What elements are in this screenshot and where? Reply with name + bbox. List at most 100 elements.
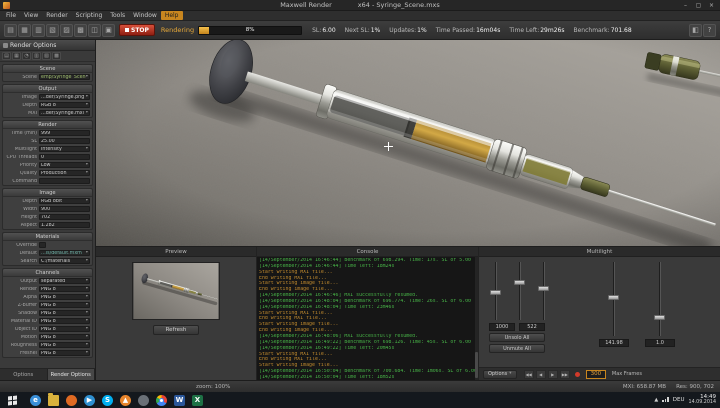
media-player-icon[interactable]: ▶ xyxy=(84,395,95,406)
slider-handle[interactable] xyxy=(490,290,501,295)
pan-icon[interactable]: ▣ xyxy=(102,24,115,37)
firefox-icon[interactable] xyxy=(66,395,77,406)
option-field[interactable]: Low▾ xyxy=(39,162,90,168)
console-body[interactable]: [14/September/2014 16:46:44] Benchmark o… xyxy=(257,257,478,380)
option-field[interactable]: RGB 8bit▾ xyxy=(39,198,90,204)
transport-1[interactable]: ◀ xyxy=(536,370,546,379)
multilight-value-1[interactable]: 522 xyxy=(519,323,545,331)
tab-render-options[interactable]: Render Options xyxy=(48,369,96,380)
start-button[interactable] xyxy=(0,392,24,408)
open-icon[interactable]: ▦ xyxy=(18,24,31,37)
menu-help[interactable]: Help xyxy=(161,11,183,20)
console-scrollbar[interactable] xyxy=(475,257,478,380)
slider-handle[interactable] xyxy=(514,280,525,285)
maximize-button[interactable]: ▢ xyxy=(692,1,705,10)
section-header[interactable]: Output xyxy=(3,85,92,93)
render-viewport[interactable] xyxy=(96,40,720,246)
multilight-slider-emitter-3[interactable] xyxy=(537,262,551,320)
internet-explorer-icon[interactable]: e xyxy=(30,395,41,406)
chrome-icon[interactable] xyxy=(156,395,167,406)
lock-icon[interactable]: ▧ xyxy=(42,52,51,60)
network-icon[interactable] xyxy=(662,397,669,402)
transport-2[interactable]: ▶ xyxy=(548,370,558,379)
option-field[interactable]: 25.00▾ xyxy=(39,138,90,144)
transport-0[interactable]: ◀◀ xyxy=(524,370,534,379)
preview-thumbnail[interactable] xyxy=(132,262,220,320)
export-icon[interactable]: ▧ xyxy=(46,24,59,37)
multilight-slider-emitter-1[interactable] xyxy=(489,262,503,320)
stop-button[interactable]: STOP xyxy=(119,24,155,36)
close-button[interactable]: × xyxy=(705,1,718,10)
option-field[interactable]: PNG 8▾ xyxy=(39,318,90,324)
option-field[interactable]: …der/Syringe.mxi▾ xyxy=(39,110,90,116)
option-field[interactable]: 1.282▾ xyxy=(39,222,90,228)
settings-icon[interactable]: ▩ xyxy=(52,52,61,60)
slider-handle[interactable] xyxy=(538,286,549,291)
taskbar-clock[interactable]: 14:49 14.09.2014 xyxy=(689,395,716,406)
menu-scripting[interactable]: Scripting xyxy=(72,11,107,20)
option-field[interactable]: 702▾ xyxy=(39,214,90,220)
unsolo-all-button[interactable]: Unsolo All xyxy=(489,333,545,342)
tray-expand-icon[interactable]: ▲ xyxy=(654,397,658,403)
section-header[interactable]: Render xyxy=(3,121,92,129)
tab-options[interactable]: Options xyxy=(0,369,48,380)
word-icon[interactable]: W xyxy=(174,395,185,406)
option-field[interactable]: PNG 8▾ xyxy=(39,350,90,356)
option-field[interactable]: …der/Syringe.png▾ xyxy=(39,94,90,100)
option-field[interactable]: 0▾ xyxy=(39,154,90,160)
record-icon[interactable] xyxy=(575,372,580,377)
frames-input[interactable]: 300 xyxy=(586,370,606,379)
option-field[interactable]: PNG 8▾ xyxy=(39,334,90,340)
resume-icon[interactable]: ▨ xyxy=(60,24,73,37)
refresh-button[interactable]: Refresh xyxy=(153,325,199,335)
multilight-panel-title[interactable]: Multilight xyxy=(479,247,720,257)
excel-icon[interactable]: X xyxy=(192,395,203,406)
vlc-icon[interactable]: ▲ xyxy=(120,395,131,406)
section-header[interactable]: Channels xyxy=(3,269,92,277)
multilight-slider-gain[interactable] xyxy=(653,262,667,336)
file-explorer-icon[interactable] xyxy=(48,395,59,406)
titlebar[interactable]: Maxwell Render x64 - Syringe_Scene.mxs –… xyxy=(0,0,720,11)
option-field[interactable]: C:/materials▾ xyxy=(39,258,90,264)
section-header[interactable]: Image xyxy=(3,189,92,197)
option-field[interactable]: PNG 8▾ xyxy=(39,294,90,300)
slider-handle[interactable] xyxy=(654,315,665,320)
multilight-value-r1[interactable]: 1.0 xyxy=(645,339,675,347)
option-field[interactable]: PNG 8▾ xyxy=(39,326,90,332)
option-field[interactable]: separated▾ xyxy=(39,278,90,284)
transport-3[interactable]: ▶▶ xyxy=(560,370,570,379)
multilight-value-0[interactable]: 1000 xyxy=(489,323,515,331)
camera-icon[interactable]: ▩ xyxy=(74,24,87,37)
preview-panel-title[interactable]: Preview xyxy=(96,247,256,257)
menu-tools[interactable]: Tools xyxy=(106,11,129,20)
menu-file[interactable]: File xyxy=(2,11,20,20)
option-field[interactable]: PNG 8▾ xyxy=(39,342,90,348)
unmute-all-button[interactable]: Unmute All xyxy=(489,344,545,353)
reset-icon[interactable]: ◔ xyxy=(22,52,31,60)
language-indicator[interactable]: DEU xyxy=(673,397,685,403)
option-field[interactable]: Production▾ xyxy=(39,170,90,176)
save-icon[interactable]: ▥ xyxy=(32,24,45,37)
new-icon[interactable]: ▤ xyxy=(4,24,17,37)
copy-icon[interactable]: ▥ xyxy=(32,52,41,60)
menu-window[interactable]: Window xyxy=(129,11,161,20)
option-field[interactable]: emp/Syringe_Scene.mxs▾ xyxy=(39,74,90,80)
console-panel-title[interactable]: Console xyxy=(257,247,478,257)
option-field[interactable]: …ls/default.mxm▾ xyxy=(39,250,90,256)
layout-icon[interactable]: ◧ xyxy=(689,24,702,37)
option-field[interactable]: Intensity▾ xyxy=(39,146,90,152)
section-header[interactable]: Scene xyxy=(3,65,92,73)
skype-icon[interactable]: S xyxy=(102,395,113,406)
option-field[interactable]: PNG 8▾ xyxy=(39,310,90,316)
zoom-icon[interactable]: ◫ xyxy=(88,24,101,37)
steam-icon[interactable] xyxy=(138,395,149,406)
option-field[interactable]: 900▾ xyxy=(39,206,90,212)
load-options-icon[interactable]: ▦ xyxy=(12,52,21,60)
section-header[interactable]: Materials xyxy=(3,233,92,241)
option-field[interactable]: ▾ xyxy=(39,178,90,184)
option-field[interactable]: 999▾ xyxy=(39,130,90,136)
console-scroll-thumb[interactable] xyxy=(475,352,478,378)
help-icon[interactable]: ? xyxy=(703,24,716,37)
multilight-slider-emitter-2[interactable] xyxy=(513,262,527,320)
option-field[interactable]: RGB 8▾ xyxy=(39,102,90,108)
